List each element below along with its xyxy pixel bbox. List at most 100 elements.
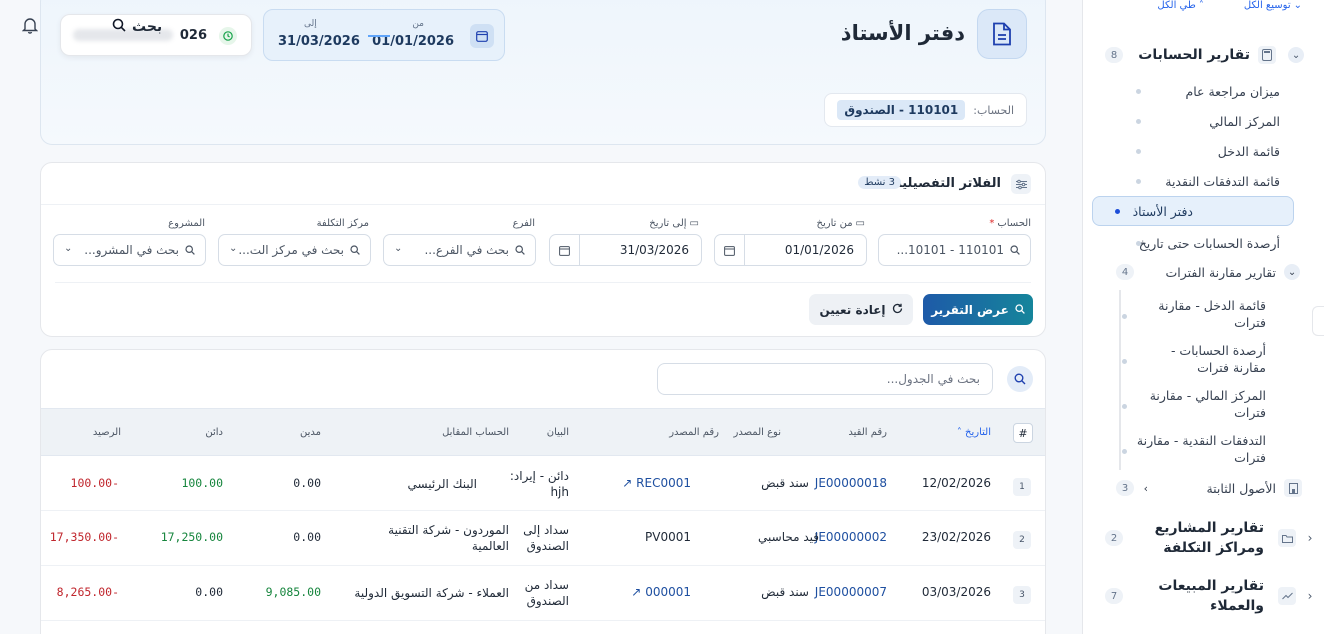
table-search-input[interactable]: بحث في الجدول... bbox=[657, 363, 993, 395]
chevron-down-icon: ⌄ bbox=[229, 243, 238, 254]
column-balance-header[interactable]: الرصيد bbox=[93, 427, 121, 438]
column-source-no-header[interactable]: رقم المصدر bbox=[669, 427, 719, 438]
project-select[interactable]: بحث في المشرو... ⌄ bbox=[53, 234, 206, 266]
column-entry-no-header[interactable]: رقم القيد bbox=[848, 427, 887, 438]
bullet-icon bbox=[1136, 178, 1141, 184]
column-debit-header[interactable]: مدين bbox=[300, 427, 321, 438]
count-badge: 4 bbox=[1116, 264, 1134, 280]
sidebar-item-income-statement[interactable]: قائمة الدخل bbox=[1122, 136, 1302, 166]
building-icon bbox=[1284, 479, 1302, 497]
cell-debit: 9,085.00 bbox=[265, 585, 321, 599]
column-date-header[interactable]: التاريخ ˄ bbox=[957, 427, 991, 438]
reports-sidebar: ⌄ توسيع الكل ˄ طي الكل ⌄ تقارير الحسابات 8… bbox=[1082, 0, 1324, 634]
cell-debit: 0.00 bbox=[293, 476, 321, 490]
expand-all-button[interactable]: ⌄ توسيع الكل bbox=[1244, 0, 1302, 11]
table-header: # التاريخ ˄ رقم القيد نوع المصدر رقم الم… bbox=[41, 408, 1045, 456]
sidebar-section-sales[interactable]: ‹ تقارير المبيعات والعملاء 7 bbox=[1083, 576, 1324, 616]
column-credit-header[interactable]: دائن bbox=[205, 427, 223, 438]
account-select[interactable]: 110101 - 10101... bbox=[878, 234, 1031, 266]
sidebar-item-general-ledger[interactable]: دفتر الأستاذ bbox=[1092, 196, 1294, 226]
chevron-down-icon: ⌄ bbox=[64, 243, 73, 254]
column-source-type-header[interactable]: نوع المصدر bbox=[734, 427, 781, 438]
sidebar-section-projects[interactable]: ‹ تقارير المشاريع ومراكز التكلفة 2 bbox=[1083, 518, 1324, 558]
cost-center-select[interactable]: بحث في مركز الت... ⌄ bbox=[218, 234, 371, 266]
sidebar-group-period-comparison[interactable]: ⌄ تقارير مقارنة الفترات 4 bbox=[1116, 257, 1302, 287]
cost-center-filter-label: مركز التكلفة bbox=[316, 218, 369, 229]
project-filter-label: المشروع bbox=[168, 218, 205, 229]
table-row[interactable]: 1 12/02/2026 JE00000018 سند قبض REC0001 … bbox=[41, 456, 1045, 511]
reset-icon bbox=[892, 303, 903, 317]
from-date-filter-label: ▭ من تاريخ bbox=[816, 218, 866, 229]
global-search-button[interactable]: بحث bbox=[112, 18, 162, 36]
external-link-icon: ↗ bbox=[622, 476, 633, 490]
cell-source-no-link[interactable]: 000001 ↗ bbox=[631, 585, 691, 599]
cell-source-no-link[interactable]: REC0001 ↗ bbox=[622, 476, 691, 490]
chevron-down-icon: ⌄ bbox=[1293, 0, 1302, 11]
chevron-down-icon[interactable]: ⌄ bbox=[1284, 264, 1300, 280]
sidebar-toggle-handle[interactable] bbox=[1312, 306, 1324, 336]
from-date-input[interactable]: 01/01/2026 bbox=[714, 234, 867, 266]
cell-balance: -100.00 bbox=[70, 476, 119, 490]
filters-card: الفلاتر التفصيلية 3 نشط الحساب * 110101 -… bbox=[40, 162, 1046, 337]
show-report-button[interactable]: عرض التقرير bbox=[923, 294, 1033, 325]
reset-button[interactable]: إعادة تعيين bbox=[809, 294, 913, 325]
cell-entry-no-link[interactable]: JE00000018 bbox=[815, 476, 887, 490]
cell-counter-account: البنك الرئيسي bbox=[407, 477, 477, 491]
column-counter-account-header[interactable]: الحساب المقابل bbox=[442, 427, 509, 438]
collapse-all-button[interactable]: ˄ طي الكل bbox=[1157, 0, 1203, 11]
bullet-icon bbox=[1136, 240, 1141, 246]
sidebar-item-position-comparison[interactable]: المركز المالي - مقارنة فترات bbox=[1122, 387, 1266, 421]
branch-filter-label: الفرع bbox=[512, 218, 535, 229]
sidebar-item-income-comparison[interactable]: قائمة الدخل - مقارنة فترات bbox=[1122, 297, 1266, 331]
cell-credit: 100.00 bbox=[181, 476, 223, 490]
sidebar-item-cashflow-comparison[interactable]: التدفقات النقدية - مقارنة فترات bbox=[1122, 432, 1266, 466]
sidebar-section-accounts[interactable]: ⌄ تقارير الحسابات 8 bbox=[1083, 38, 1324, 72]
chevron-left-icon[interactable]: › bbox=[1144, 482, 1148, 495]
active-filters-badge: 3 نشط bbox=[858, 176, 901, 189]
search-icon[interactable] bbox=[1007, 366, 1033, 392]
table-row[interactable]: 3 03/03/2026 JE00000007 سند قبض 000001 ↗… bbox=[41, 566, 1045, 621]
balance-value: 026 bbox=[179, 28, 207, 43]
column-index-header[interactable]: # bbox=[1013, 423, 1033, 443]
folder-icon bbox=[1278, 529, 1296, 547]
calendar-icon bbox=[470, 24, 494, 48]
filters-header: الفلاتر التفصيلية 3 نشط bbox=[41, 163, 1045, 205]
search-icon bbox=[112, 18, 126, 36]
sidebar-item-balances-comparison[interactable]: أرصدة الحسابات - مقارنة فترات bbox=[1122, 342, 1266, 376]
cell-date: 23/02/2026 bbox=[921, 530, 991, 544]
calendar-icon[interactable] bbox=[550, 235, 580, 265]
divider bbox=[55, 282, 1031, 283]
chevron-left-icon[interactable]: ‹ bbox=[1302, 588, 1318, 604]
chevron-down-icon[interactable]: ⌄ bbox=[1288, 47, 1304, 63]
from-label: من bbox=[412, 19, 424, 29]
sidebar-item-balances-to-date[interactable]: أرصدة الحسابات حتى تاريخ bbox=[1122, 228, 1302, 258]
bullet-icon bbox=[1122, 359, 1127, 364]
cell-description: سداد من الصندوق bbox=[524, 578, 569, 608]
cell-date: 03/03/2026 bbox=[921, 585, 991, 599]
bullet-icon bbox=[1136, 88, 1141, 94]
calendar-icon: ▭ bbox=[689, 218, 699, 229]
table-row[interactable]: 2 23/02/2026 JE00000002 قيد محاسبي PV000… bbox=[41, 511, 1045, 566]
sidebar-group-fixed-assets[interactable]: › الأصول الثابتة 3 bbox=[1116, 473, 1302, 503]
branch-select[interactable]: بحث في الفرع... ⌄ bbox=[383, 234, 536, 266]
tree-line bbox=[1119, 290, 1121, 470]
sidebar-item-cash-flow[interactable]: قائمة التدفقات النقدية bbox=[1122, 166, 1302, 196]
ledger-table-card: بحث في الجدول... # التاريخ ˄ رقم القيد ن… bbox=[40, 349, 1046, 634]
column-description-header[interactable]: البيان bbox=[547, 427, 569, 438]
calendar-icon[interactable] bbox=[715, 235, 745, 265]
trend-up-icon bbox=[1278, 587, 1296, 605]
cell-entry-no-link[interactable]: JE00000002 bbox=[815, 530, 887, 544]
to-date-input[interactable]: 31/03/2026 bbox=[549, 234, 702, 266]
cell-counter-account: العملاء - شركة التسويق الدولية bbox=[354, 586, 509, 600]
sidebar-section-title: تقارير الحسابات bbox=[1138, 47, 1250, 63]
count-badge: 8 bbox=[1105, 47, 1123, 63]
sidebar-item-trial-balance[interactable]: ميزان مراجعة عام bbox=[1122, 76, 1302, 106]
account-filter-label: الحساب * bbox=[989, 218, 1031, 229]
range-dash bbox=[368, 35, 390, 37]
sidebar-item-financial-position[interactable]: المركز المالي bbox=[1122, 106, 1302, 136]
notifications-bell-icon[interactable] bbox=[21, 17, 39, 38]
chevron-left-icon[interactable]: ‹ bbox=[1302, 530, 1318, 546]
cell-entry-no-link[interactable]: JE00000007 bbox=[815, 585, 887, 599]
filters-title: الفلاتر التفصيلية bbox=[894, 176, 1001, 191]
count-badge: 7 bbox=[1105, 588, 1123, 604]
